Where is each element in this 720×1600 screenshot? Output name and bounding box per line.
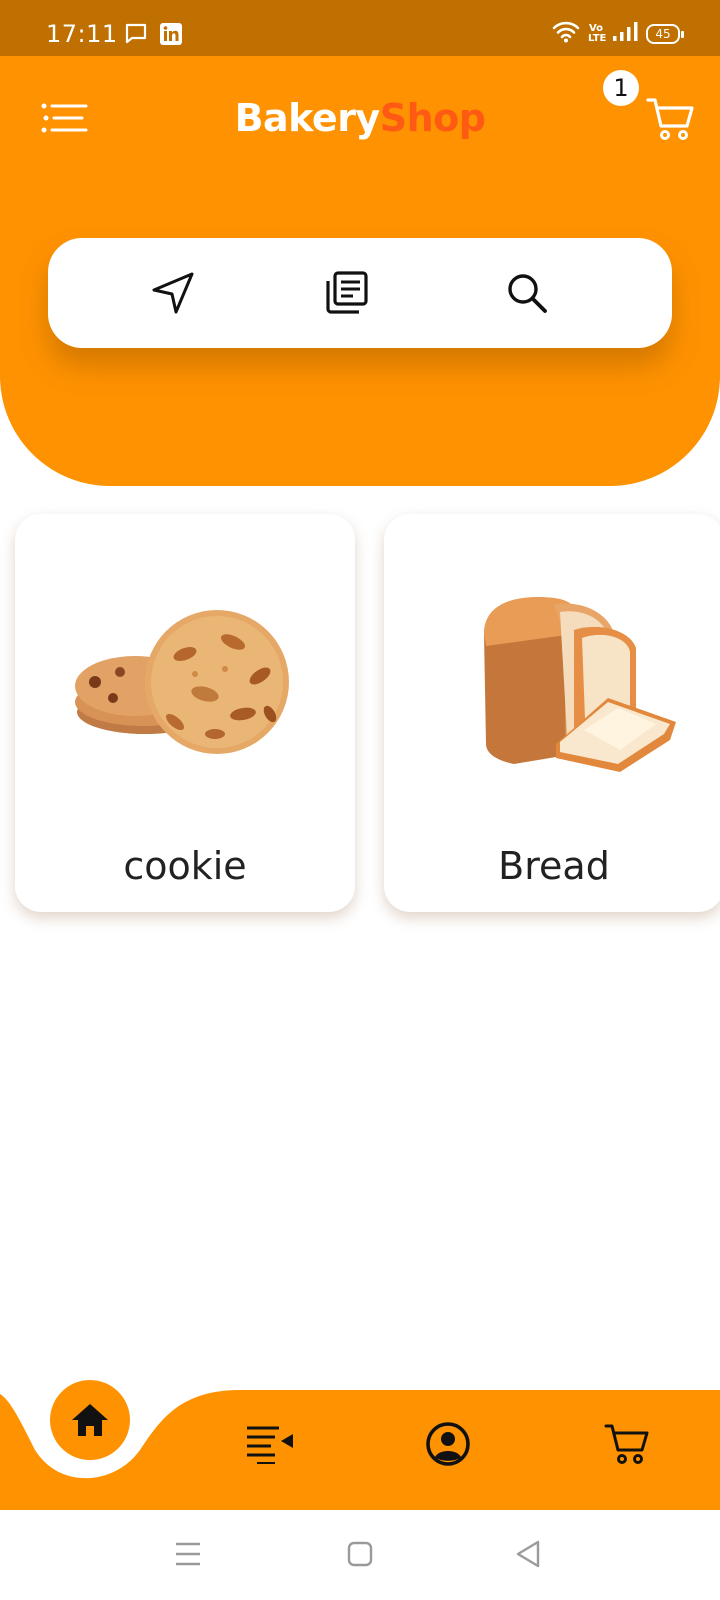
nav-home-button[interactable] bbox=[50, 1380, 130, 1460]
linkedin-icon bbox=[160, 23, 182, 49]
brand-part1: Bakery bbox=[234, 96, 381, 140]
status-time: 17:11 bbox=[46, 20, 118, 48]
product-card-bread[interactable]: Bread bbox=[384, 514, 720, 912]
nav-profile-button[interactable] bbox=[418, 1414, 478, 1474]
navigation-arrow-icon bbox=[152, 272, 194, 314]
system-home-button[interactable] bbox=[340, 1534, 380, 1574]
message-icon bbox=[124, 22, 148, 50]
status-bar: 17:11 Vo LTE 45 bbox=[0, 0, 720, 56]
volte-icon: Vo LTE bbox=[588, 23, 607, 44]
header-cart-button[interactable] bbox=[646, 96, 696, 146]
catalog-button[interactable] bbox=[320, 266, 374, 320]
nav-cart-button[interactable] bbox=[598, 1414, 658, 1474]
brand-part2: Shop bbox=[379, 96, 486, 140]
system-recents-button[interactable] bbox=[168, 1534, 208, 1574]
search-icon bbox=[508, 274, 547, 313]
playlist-icon bbox=[247, 1426, 293, 1464]
cart-count-badge: 1 bbox=[603, 70, 639, 106]
back-triangle-icon bbox=[516, 1540, 540, 1568]
product-label: cookie bbox=[123, 844, 247, 888]
nav-playlist-button[interactable] bbox=[240, 1414, 300, 1474]
product-label: Bread bbox=[498, 844, 610, 888]
home-square-icon bbox=[347, 1541, 373, 1567]
document-list-icon bbox=[326, 271, 368, 314]
location-button[interactable] bbox=[146, 266, 200, 320]
system-back-button[interactable] bbox=[508, 1534, 548, 1574]
status-right-group: Vo LTE 45 bbox=[552, 20, 684, 48]
wifi-icon bbox=[552, 21, 580, 47]
signal-icon bbox=[612, 22, 638, 46]
action-card bbox=[48, 238, 672, 348]
product-card-cookie[interactable]: cookie bbox=[15, 514, 355, 912]
cart-icon bbox=[646, 98, 694, 140]
recents-icon bbox=[176, 1542, 200, 1566]
bread-loaf-image bbox=[384, 564, 720, 804]
cart-icon bbox=[604, 1424, 649, 1464]
system-navigation-bar bbox=[0, 1510, 720, 1600]
home-icon bbox=[72, 1404, 108, 1436]
battery-icon: 45 bbox=[646, 24, 684, 44]
account-circle-icon bbox=[426, 1422, 470, 1466]
cookies-image bbox=[15, 564, 355, 804]
search-button[interactable] bbox=[500, 266, 554, 320]
